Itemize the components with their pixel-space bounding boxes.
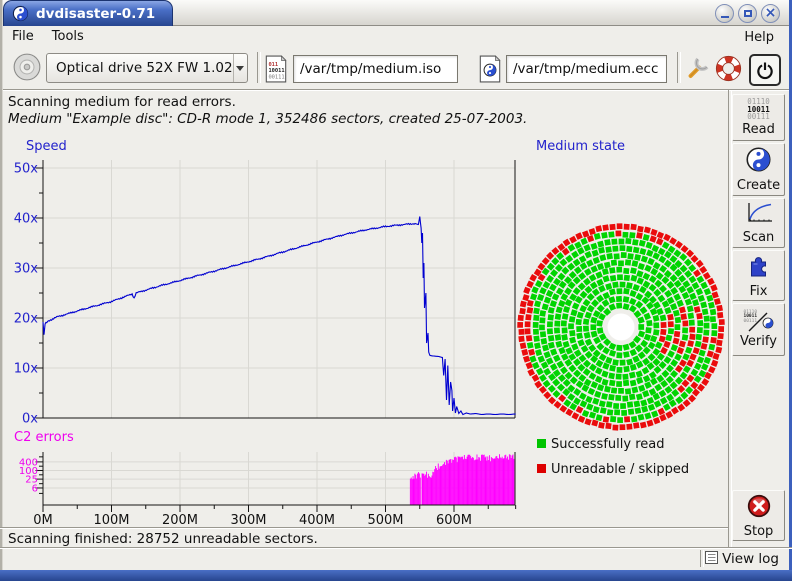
svg-text:50x: 50x	[14, 162, 39, 177]
svg-text:40x: 40x	[14, 212, 39, 227]
scan-result-text: Scanning finished: 28752 unreadable sect…	[8, 531, 318, 547]
scan-label: Scan	[743, 230, 775, 245]
svg-text:200M: 200M	[162, 513, 198, 527]
stop-button[interactable]: Stop	[732, 490, 785, 541]
maximize-button[interactable]	[738, 4, 757, 23]
stop-label: Stop	[744, 524, 774, 539]
svg-text:00111: 00111	[268, 75, 284, 81]
svg-text:Successfully read: Successfully read	[551, 437, 664, 452]
bottom-statusbar	[0, 547, 792, 570]
menu-help[interactable]: Help	[738, 28, 780, 47]
svg-text:400: 400	[19, 457, 38, 468]
scan-result-statusbar: Scanning finished: 28752 unreadable sect…	[0, 527, 728, 547]
speed-curve	[43, 217, 516, 415]
binary-file-icon: 011 10011 00111	[265, 55, 287, 83]
ecc-path-input[interactable]	[506, 55, 667, 83]
log-icon	[705, 551, 718, 568]
verify-label: Verify	[740, 334, 777, 349]
quit-button[interactable]	[749, 54, 781, 86]
preferences-button[interactable]	[685, 54, 712, 81]
ecc-file-icon	[479, 55, 501, 83]
svg-text:100M: 100M	[93, 513, 129, 527]
read-button[interactable]: 01110 10011 00111 Read	[732, 94, 785, 141]
window-border-bottom[interactable]	[0, 570, 792, 581]
c2-errors-chart: C2 errors6251004000M100M200M300M400M500M…	[14, 430, 516, 527]
scan-chart-icon	[745, 201, 773, 229]
puzzle-icon	[745, 253, 772, 283]
lifebuoy-icon	[715, 55, 742, 82]
title-tab: dvdisaster-0.71	[3, 0, 173, 26]
menu-bar: File Tools Help	[3, 26, 789, 46]
yinyang-icon	[745, 146, 772, 177]
toolbar-separator	[257, 52, 261, 83]
svg-text:20x: 20x	[14, 312, 39, 327]
legend-swatch	[537, 464, 546, 473]
svg-text:0M: 0M	[33, 513, 53, 527]
toolbar-separator-2	[677, 52, 681, 83]
svg-text:10x: 10x	[14, 362, 39, 377]
minimize-button[interactable]	[715, 4, 734, 23]
iso-path-input[interactable]	[293, 55, 458, 83]
menu-file[interactable]: File	[3, 27, 43, 46]
svg-text:Medium state: Medium state	[536, 139, 625, 154]
svg-text:400M: 400M	[299, 513, 335, 527]
medium-state-disc: Medium state	[517, 139, 725, 431]
close-button[interactable]: ×	[761, 4, 780, 23]
fix-button[interactable]: Fix	[732, 250, 785, 301]
dvdisaster-window: dvdisaster-0.71 × File Tools Help Optica…	[0, 0, 792, 581]
maximize-icon	[744, 10, 752, 17]
view-log-button[interactable]: View log	[702, 550, 782, 568]
svg-text:0x: 0x	[22, 412, 38, 427]
verify-icon: 01110 10011 00111	[744, 311, 774, 333]
verify-button[interactable]: 01110 10011 00111 Verify	[732, 303, 785, 356]
legend-swatch	[537, 439, 546, 448]
disc-hole	[608, 314, 635, 341]
svg-text:30x: 30x	[14, 262, 39, 277]
window-title: dvdisaster-0.71	[36, 6, 155, 22]
read-label: Read	[742, 122, 775, 137]
medium-state-legend: Successfully read Unreadable / skipped	[537, 437, 689, 477]
fix-label: Fix	[750, 284, 768, 299]
create-button[interactable]: Create	[732, 143, 785, 196]
svg-text:500M: 500M	[367, 513, 403, 527]
power-icon	[755, 60, 775, 80]
combo-arrow-box[interactable]	[233, 54, 247, 82]
view-log-label: View log	[722, 551, 779, 567]
svg-text:011: 011	[268, 62, 278, 68]
svg-text:600M: 600M	[436, 513, 472, 527]
svg-text:C2 errors: C2 errors	[14, 430, 74, 445]
drive-select[interactable]: Optical drive 52X FW 1.02	[46, 53, 248, 83]
menu-tools[interactable]: Tools	[43, 27, 93, 46]
minimize-icon	[721, 16, 729, 18]
speed-chart: Speed 0x 10x 20x 30x 40x 50x	[14, 139, 516, 427]
stop-icon	[746, 493, 772, 523]
yinyang-app-icon	[12, 5, 29, 22]
drive-select-value: Optical drive 52X FW 1.02	[47, 60, 233, 76]
disc-icon[interactable]	[12, 52, 42, 82]
titlebar[interactable]: dvdisaster-0.71 ×	[3, 0, 789, 26]
svg-text:Speed: Speed	[26, 139, 67, 154]
binary-digits-icon: 01110 10011 00111	[747, 98, 770, 121]
charts-canvas: Speed0x10x20x30x40x50xC2 errors625100400…	[0, 90, 728, 527]
svg-text:300M: 300M	[230, 513, 266, 527]
scan-button[interactable]: Scan	[732, 198, 785, 248]
close-icon: ×	[765, 6, 777, 20]
chevron-down-icon	[236, 66, 244, 71]
wrench-icon	[685, 54, 712, 81]
help-button[interactable]	[715, 55, 742, 82]
create-label: Create	[737, 178, 780, 193]
svg-text:10011: 10011	[268, 68, 284, 74]
svg-text:Unreadable / skipped: Unreadable / skipped	[551, 462, 689, 477]
